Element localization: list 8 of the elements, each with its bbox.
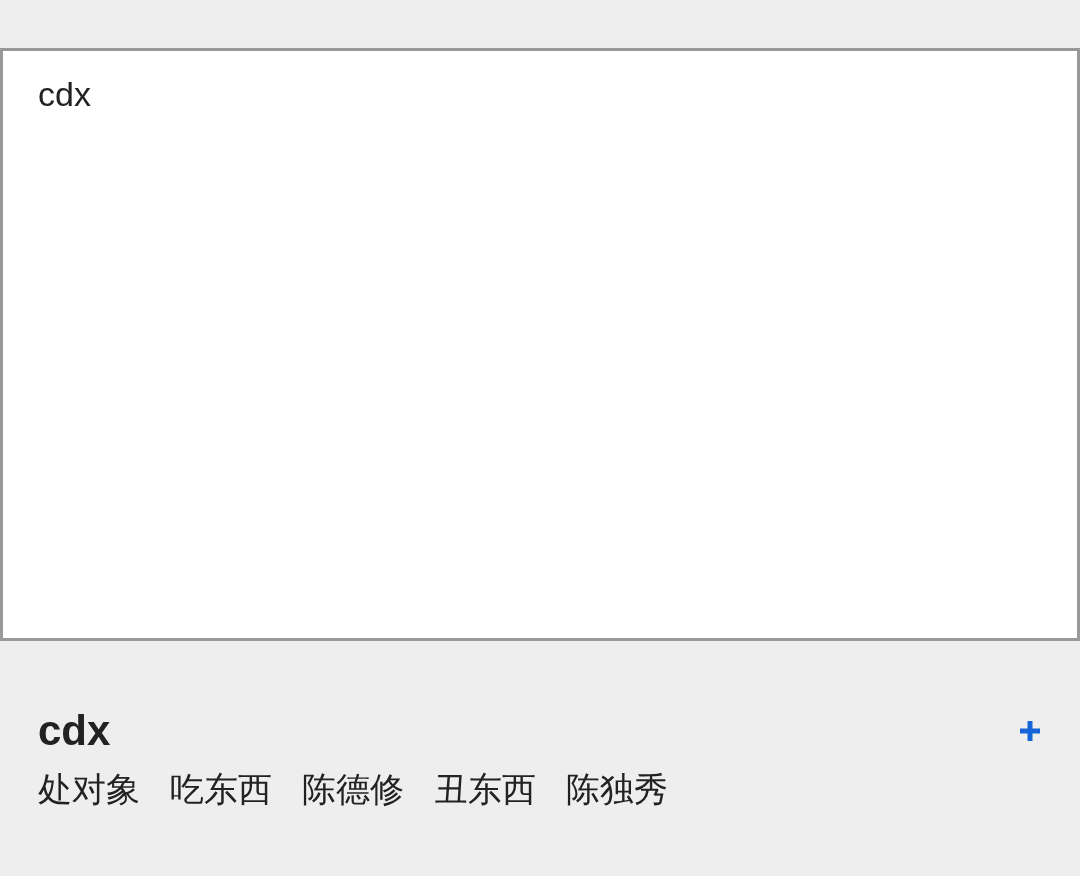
suggestion-title: cdx bbox=[38, 707, 111, 755]
add-icon[interactable] bbox=[1018, 719, 1042, 743]
candidate-word[interactable]: 吃东西 bbox=[170, 767, 272, 813]
candidate-word[interactable]: 陈独秀 bbox=[566, 767, 668, 813]
candidate-word[interactable]: 处对象 bbox=[38, 767, 140, 813]
input-field[interactable]: cdx bbox=[0, 48, 1080, 641]
candidate-word[interactable]: 陈德修 bbox=[302, 767, 404, 813]
candidate-word[interactable]: 丑东西 bbox=[434, 767, 536, 813]
